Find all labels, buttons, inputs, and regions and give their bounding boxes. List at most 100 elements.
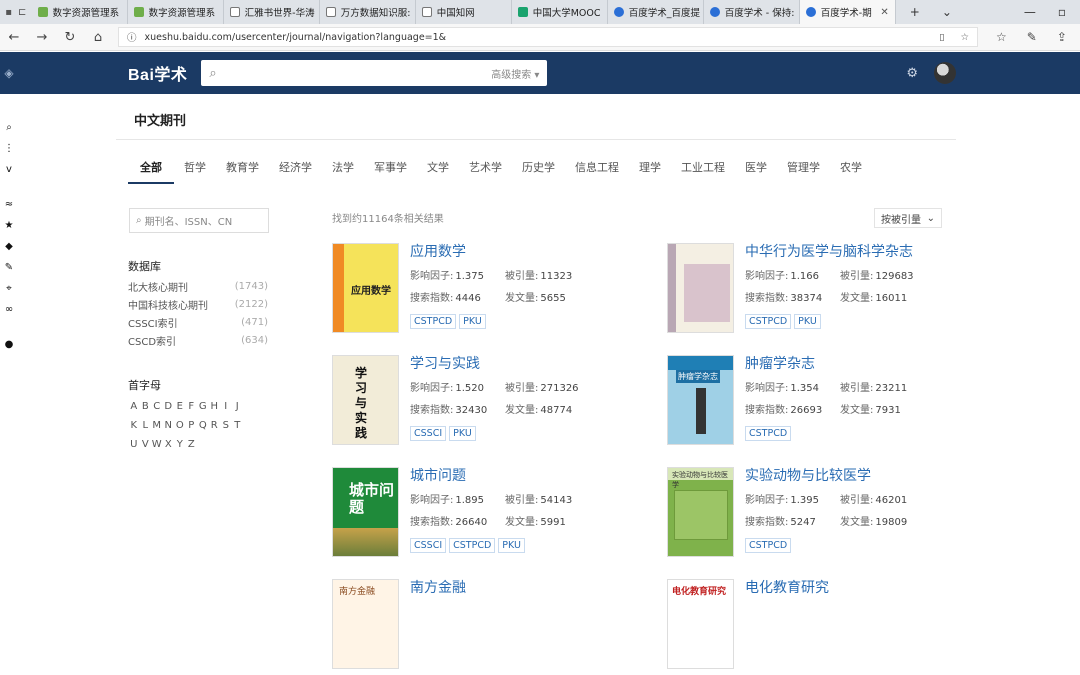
tab-literature[interactable]: 文学: [417, 150, 459, 184]
tab-actions[interactable]: ▪ ⊏: [0, 0, 32, 24]
journal-title[interactable]: 实验动物与比较医学: [745, 465, 871, 485]
letter-filter[interactable]: W: [151, 435, 163, 454]
baidu-xueshu-logo[interactable]: Bai学术: [128, 61, 187, 85]
letter-filter[interactable]: U: [128, 435, 140, 454]
home-icon[interactable]: ⌂: [84, 30, 112, 45]
letter-filter[interactable]: V: [140, 435, 152, 454]
letter-filter[interactable]: N: [163, 416, 175, 435]
browser-tab[interactable]: 百度学术 - 保持:: [704, 0, 800, 24]
sidebar-logo-icon[interactable]: ◈: [0, 66, 18, 80]
gear-icon[interactable]: ⚙: [906, 66, 918, 81]
index-tag[interactable]: PKU: [498, 538, 525, 553]
letter-filter[interactable]: H: [209, 397, 221, 416]
tab-all[interactable]: 全部: [128, 150, 174, 184]
pen-icon[interactable]: ✎: [1027, 30, 1037, 44]
tab-history[interactable]: 历史学: [512, 150, 565, 184]
url-input[interactable]: ⓘ xueshu.baidu.com/usercenter/journal/na…: [118, 27, 978, 47]
index-tag[interactable]: CSSCI: [410, 426, 447, 441]
index-tag[interactable]: CSTPCD: [745, 314, 792, 329]
journal-cover[interactable]: 应用数学: [332, 243, 399, 333]
letter-filter[interactable]: E: [174, 397, 186, 416]
tab-law[interactable]: 法学: [322, 150, 364, 184]
sort-dropdown[interactable]: 按被引量 ⌄: [874, 208, 942, 228]
minimize-icon[interactable]: —: [1024, 5, 1036, 19]
journal-cover[interactable]: 实验动物与比较医学: [667, 467, 734, 557]
database-item[interactable]: 中国科技核心期刊 (2122): [128, 295, 268, 313]
journal-cover[interactable]: 学习与实践: [332, 355, 399, 445]
journal-cover[interactable]: [667, 243, 734, 333]
index-tag[interactable]: PKU: [794, 314, 821, 329]
index-tag[interactable]: CSTPCD: [410, 314, 457, 329]
layers-icon[interactable]: ◆: [5, 241, 13, 252]
browser-tab[interactable]: 数字资源管理系: [32, 0, 128, 24]
tab-info-engineering[interactable]: 信息工程: [565, 150, 629, 184]
letter-filter[interactable]: C: [151, 397, 163, 416]
tab-medicine[interactable]: 医学: [735, 150, 777, 184]
letter-filter[interactable]: J: [232, 397, 244, 416]
tab-education[interactable]: 教育学: [216, 150, 269, 184]
letter-filter[interactable]: O: [174, 416, 186, 435]
star-icon[interactable]: ★: [5, 220, 14, 231]
letter-filter[interactable]: R: [209, 416, 221, 435]
letter-filter[interactable]: S: [220, 416, 232, 435]
letter-filter[interactable]: G: [197, 397, 209, 416]
tab-science[interactable]: 理学: [629, 150, 671, 184]
letter-filter[interactable]: A: [128, 397, 140, 416]
journal-search-field[interactable]: ⌕ 期刊名、ISSN、CN: [129, 208, 269, 233]
pin-icon[interactable]: ⌖: [6, 283, 12, 294]
browser-tab-active[interactable]: 百度学术-期 ✕: [799, 0, 896, 24]
letter-filter[interactable]: L: [140, 416, 152, 435]
share-icon[interactable]: ⇪: [1057, 30, 1067, 44]
search-icon[interactable]: ⌕: [6, 122, 12, 133]
rss-icon[interactable]: ≈: [5, 199, 13, 210]
tab-back-icon[interactable]: ▪: [5, 7, 12, 18]
index-tag[interactable]: PKU: [459, 314, 486, 329]
tab-arts[interactable]: 艺术学: [459, 150, 512, 184]
database-item[interactable]: 北大核心期刊 (1743): [128, 277, 268, 295]
browser-tab[interactable]: 万方数据知识服:: [320, 0, 416, 24]
letter-filter[interactable]: Q: [197, 416, 209, 435]
browser-tab[interactable]: 中国大学MOOC: [512, 0, 608, 24]
tab-agriculture[interactable]: 农学: [830, 150, 872, 184]
letter-filter[interactable]: B: [140, 397, 152, 416]
letter-filter[interactable]: P: [186, 416, 198, 435]
journal-title[interactable]: 中华行为医学与脑科学杂志: [745, 241, 913, 261]
letter-filter[interactable]: T: [232, 416, 244, 435]
browser-tab[interactable]: 中国知网: [416, 0, 512, 24]
index-tag[interactable]: CSTPCD: [449, 538, 496, 553]
favorite-star-icon[interactable]: ☆: [960, 32, 969, 43]
journal-cover[interactable]: 肿瘤学杂志: [667, 355, 734, 445]
reader-view-icon[interactable]: ▯: [939, 32, 944, 43]
letter-filter[interactable]: K: [128, 416, 140, 435]
journal-title[interactable]: 应用数学: [410, 241, 466, 261]
new-tab-icon[interactable]: +: [910, 5, 920, 19]
tab-list-icon[interactable]: ⊏: [18, 7, 26, 18]
browser-tab[interactable]: 百度学术_百度提: [608, 0, 704, 24]
letter-filter[interactable]: F: [186, 397, 198, 416]
database-item[interactable]: CSCD索引 (634): [128, 331, 268, 349]
journal-title[interactable]: 城市问题: [410, 465, 466, 485]
chevron-down-icon[interactable]: v: [6, 164, 12, 175]
refresh-icon[interactable]: ↻: [56, 30, 84, 45]
journal-title[interactable]: 电化教育研究: [745, 577, 829, 597]
browser-tab[interactable]: 数字资源管理系: [128, 0, 224, 24]
tab-management[interactable]: 管理学: [777, 150, 830, 184]
index-tag[interactable]: CSTPCD: [745, 538, 792, 553]
tab-menu-chevron-icon[interactable]: ⌄: [942, 5, 952, 19]
tab-philosophy[interactable]: 哲学: [174, 150, 216, 184]
journal-cover[interactable]: 城市问题: [332, 467, 399, 557]
close-tab-icon[interactable]: ✕: [880, 7, 888, 18]
search-input[interactable]: [222, 67, 492, 79]
avatar[interactable]: [934, 62, 956, 84]
letter-filter[interactable]: M: [151, 416, 163, 435]
journal-title[interactable]: 肿瘤学杂志: [745, 353, 815, 373]
database-item[interactable]: CSSCI索引 (471): [128, 313, 268, 331]
forward-icon[interactable]: →: [28, 30, 56, 45]
index-tag[interactable]: CSSCI: [410, 538, 447, 553]
link-icon[interactable]: ∞: [5, 304, 13, 315]
journal-title[interactable]: 南方金融: [410, 577, 466, 597]
index-tag[interactable]: CSTPCD: [745, 426, 792, 441]
restore-icon[interactable]: ▫: [1058, 5, 1066, 19]
letter-filter[interactable]: Z: [186, 435, 198, 454]
favorites-list-icon[interactable]: ☆: [996, 30, 1007, 44]
